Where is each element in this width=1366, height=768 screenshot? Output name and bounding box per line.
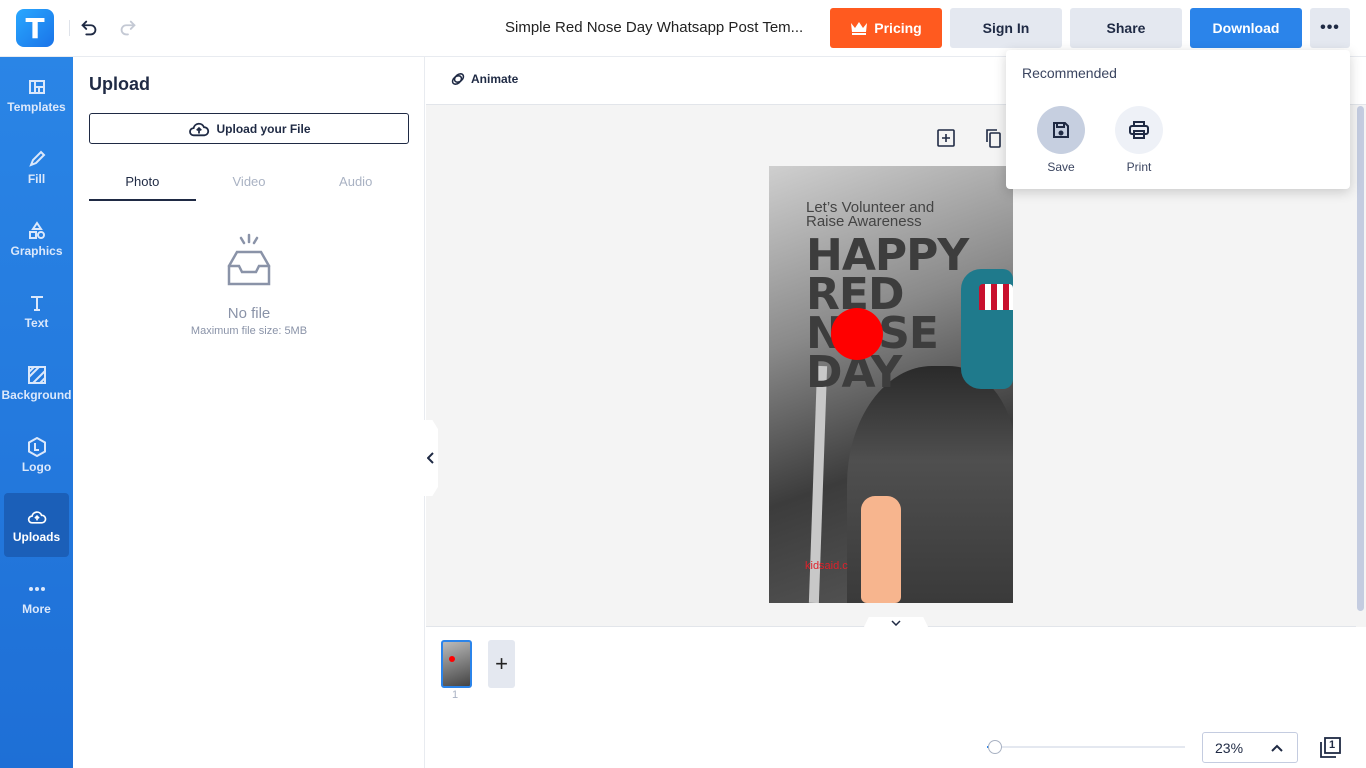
zoom-slider[interactable]	[987, 746, 1185, 748]
print-label: Print	[1126, 160, 1152, 174]
logo-icon	[27, 436, 46, 457]
zoom-slider-handle[interactable]	[988, 740, 1002, 754]
empty-state: No file Maximum file size: 5MB	[89, 232, 409, 337]
sidebar-item-logo[interactable]: Logo	[4, 423, 69, 487]
animate-icon	[451, 73, 465, 85]
add-page-button[interactable]: +	[488, 640, 515, 688]
download-button[interactable]: Download	[1190, 8, 1302, 48]
shapes-icon	[28, 220, 45, 239]
thumb-nose	[449, 656, 455, 662]
print-button[interactable]	[1115, 106, 1163, 154]
upload-panel: Upload Upload your File Photo Video Audi…	[73, 57, 425, 768]
sidebar-item-fill[interactable]: Fill	[4, 135, 69, 199]
zoom-value: 23%	[1215, 739, 1244, 756]
sidebar-label: Graphics	[10, 243, 63, 258]
sidebar-label: Background	[1, 387, 72, 402]
vertical-scrollbar[interactable]	[1356, 105, 1366, 627]
sidebar-label: More	[22, 601, 51, 616]
sidebar-label: Uploads	[12, 529, 61, 544]
print-icon	[1129, 121, 1149, 139]
sign-in-button[interactable]: Sign In	[950, 8, 1062, 48]
sidebar-label: Text	[24, 315, 49, 330]
tab-audio[interactable]: Audio	[302, 166, 409, 201]
sidebar-label: Logo	[21, 459, 52, 474]
animate-label: Animate	[471, 72, 519, 86]
design-canvas[interactable]: Let’s Volunteer and Raise Awareness HAPP…	[769, 166, 1013, 603]
chevron-left-icon	[427, 452, 434, 464]
more-options-button[interactable]: •••	[1310, 8, 1350, 48]
divider	[69, 20, 70, 36]
headline-line: DAY	[806, 347, 902, 398]
add-page-icon[interactable]	[936, 128, 956, 148]
logo-letter: T	[25, 11, 45, 45]
document-title[interactable]: Simple Red Nose Day Whatsapp Post Tem...	[505, 19, 805, 36]
save-button[interactable]	[1037, 106, 1085, 154]
sidebar-item-text[interactable]: Text	[4, 279, 69, 343]
collapse-pages-button[interactable]	[862, 617, 930, 631]
app-logo[interactable]: T	[16, 9, 54, 47]
print-option[interactable]: Print	[1115, 106, 1163, 174]
design-footer-url[interactable]: kidsaid.c	[805, 560, 848, 572]
empty-inbox-icon	[227, 233, 271, 286]
share-button[interactable]: Share	[1070, 8, 1182, 48]
sidebar-label: Templates	[7, 99, 66, 114]
red-nose-circle[interactable]	[831, 308, 883, 360]
save-option[interactable]: Save	[1037, 106, 1085, 174]
design-headline[interactable]: HAPPY RED NOSE DAY	[806, 234, 969, 398]
mascot-hat	[979, 284, 1013, 310]
sidebar-label: Fill	[27, 171, 46, 186]
page-count-button[interactable]: 1	[1318, 736, 1342, 760]
templates-icon	[28, 79, 45, 94]
pencil-icon	[28, 150, 45, 167]
sidebar-item-templates[interactable]: Templates	[4, 63, 69, 127]
save-icon	[1053, 122, 1069, 138]
save-label: Save	[1047, 160, 1075, 174]
more-dots-icon	[28, 586, 45, 591]
sidebar-item-background[interactable]: Background	[1, 351, 72, 415]
undo-icon[interactable]	[78, 17, 100, 39]
design-subtitle[interactable]: Let’s Volunteer and Raise Awareness	[806, 200, 966, 229]
duplicate-page-icon[interactable]	[983, 128, 1003, 148]
tab-video[interactable]: Video	[196, 166, 303, 201]
top-bar: T Simple Red Nose Day Whatsapp Post Tem.…	[0, 0, 1366, 57]
text-icon	[30, 295, 43, 311]
max-file-size-note: Maximum file size: 5MB	[190, 325, 308, 337]
cloud-upload-icon	[27, 510, 46, 524]
chevron-up-icon	[1271, 744, 1283, 752]
background-icon	[27, 365, 46, 384]
sidebar-item-graphics[interactable]: Graphics	[4, 207, 69, 271]
empty-title: No file	[227, 305, 271, 322]
scrollbar-thumb[interactable]	[1357, 106, 1364, 611]
page-count: 1	[1329, 739, 1336, 751]
pricing-button[interactable]: Pricing	[830, 8, 942, 48]
sidebar-item-uploads[interactable]: Uploads	[4, 493, 69, 557]
page-number: 1	[452, 689, 459, 701]
collapse-panel-button[interactable]	[424, 420, 438, 496]
crown-icon	[851, 22, 868, 35]
more-options-dropdown: Recommended Save Print	[1006, 50, 1350, 189]
peace-hand-sticker[interactable]	[861, 496, 901, 603]
tab-photo[interactable]: Photo	[89, 166, 196, 201]
page-thumbnail[interactable]	[441, 640, 472, 688]
redo-icon[interactable]	[117, 17, 139, 39]
cloud-upload-icon	[189, 122, 210, 136]
zoom-select[interactable]: 23%	[1202, 732, 1298, 763]
chevron-down-icon	[891, 620, 901, 627]
dropdown-title: Recommended	[1022, 65, 1117, 81]
upload-file-button[interactable]: Upload your File	[89, 113, 409, 144]
sidebar: Templates Fill Graphics Text Background …	[0, 57, 73, 768]
upload-file-label: Upload your File	[216, 121, 311, 136]
media-tabs: Photo Video Audio	[89, 166, 409, 201]
sidebar-item-more[interactable]: More	[4, 565, 69, 629]
panel-title: Upload	[89, 74, 150, 94]
pricing-label: Pricing	[874, 20, 922, 36]
animate-button[interactable]: Animate	[450, 71, 518, 87]
